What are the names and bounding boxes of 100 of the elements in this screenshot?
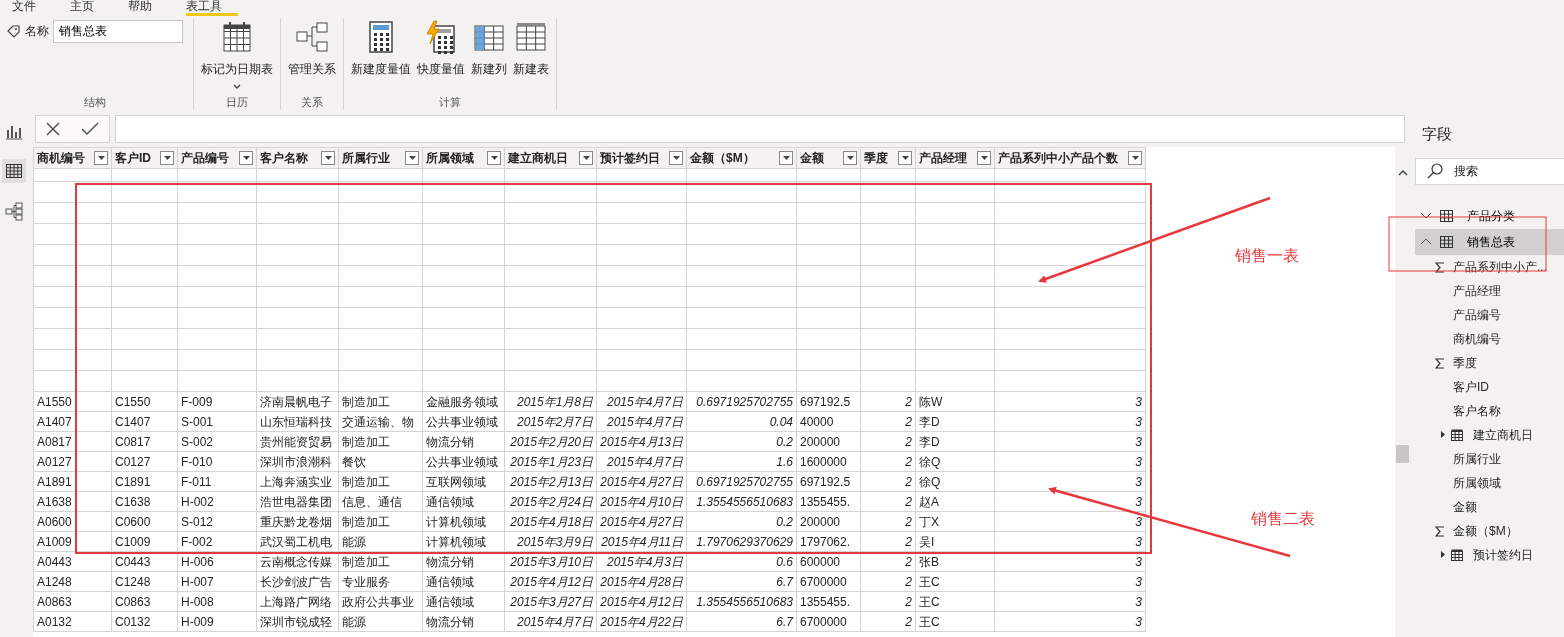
table-cell: 6.7 xyxy=(686,611,797,632)
table-cell: 通信领域 xyxy=(422,491,505,512)
filter-dropdown[interactable] xyxy=(239,151,253,165)
caret-icon xyxy=(782,156,790,160)
ribbon-button[interactable]: 快度量值 xyxy=(416,18,466,80)
table-cell: F-011 xyxy=(177,471,257,492)
table-cell: 餐饮 xyxy=(338,451,423,472)
filter-dropdown[interactable] xyxy=(579,151,593,165)
table-cell: 云南概念传媒 xyxy=(256,551,339,572)
table-cell: 济南晨帆电子 xyxy=(256,391,339,412)
field-item[interactable]: 建立商机日 xyxy=(1473,425,1533,444)
annotation-label: 销售一表 xyxy=(1235,246,1299,266)
field-table[interactable]: 销售总表 xyxy=(1415,228,1564,255)
ribbon-button[interactable]: 新建表 xyxy=(512,18,550,80)
ribbon-tab[interactable]: 帮助 xyxy=(128,0,168,16)
table-cell: 2 xyxy=(860,431,916,452)
table-cell: C0132 xyxy=(111,611,178,632)
field-item[interactable]: 季度 xyxy=(1453,353,1477,372)
table-cell: 200000 xyxy=(796,431,861,452)
table-cell: 3 xyxy=(994,571,1146,592)
table-cell: 交通运输、物 xyxy=(338,411,423,432)
table-cell: 2015年4月27日 xyxy=(596,511,687,532)
formula-field[interactable] xyxy=(115,115,1405,143)
table-cell: A1891 xyxy=(33,471,112,492)
filter-dropdown[interactable] xyxy=(898,151,912,165)
commit-icon[interactable] xyxy=(80,122,99,136)
search-field[interactable]: 搜索 xyxy=(1415,157,1564,185)
table-cell: 2015年4月22日 xyxy=(596,611,687,632)
expand-arrow-icon[interactable] xyxy=(1441,431,1445,438)
table-cell: 2 xyxy=(860,471,916,492)
view-button[interactable] xyxy=(2,159,26,183)
filter-dropdown[interactable] xyxy=(160,151,174,165)
calendar-icon xyxy=(1451,548,1463,561)
filter-dropdown[interactable] xyxy=(405,151,419,165)
table-cell: 能源 xyxy=(338,531,423,552)
model-icon xyxy=(5,201,23,221)
ribbon-button[interactable]: 新建列 xyxy=(470,18,508,80)
table-cell: C1248 xyxy=(111,571,178,592)
field-item[interactable]: 商机编号 xyxy=(1453,329,1501,348)
filter-dropdown[interactable] xyxy=(779,151,793,165)
ribbon-tab[interactable]: 文件 xyxy=(12,0,52,16)
caret-icon xyxy=(582,156,590,160)
table-cell: H-009 xyxy=(177,611,257,632)
field-item[interactable]: 客户ID xyxy=(1453,377,1489,396)
table-cell: 600000 xyxy=(796,551,861,572)
caret-icon xyxy=(97,156,105,160)
filter-dropdown[interactable] xyxy=(321,151,335,165)
table-cell: 山东恒瑞科技 xyxy=(256,411,339,432)
table-cell: 2 xyxy=(860,611,916,632)
table-cell: 李D xyxy=(915,431,995,452)
group-label: 计算 xyxy=(438,95,462,110)
ribbon-button[interactable]: 新建度量值 xyxy=(350,18,412,80)
table-cell: 1.3554556510683 xyxy=(686,591,797,612)
table-cell: F-002 xyxy=(177,531,257,552)
table-cell: 2015年4月12日 xyxy=(504,571,597,592)
caret-icon xyxy=(846,156,854,160)
field-item[interactable]: 所属领域 xyxy=(1453,473,1501,492)
filter-dropdown[interactable] xyxy=(669,151,683,165)
filter-dropdown[interactable] xyxy=(1128,151,1142,165)
table-cell: S-001 xyxy=(177,411,257,432)
name-field[interactable]: 销售总表 xyxy=(53,19,183,43)
table-cell: 2 xyxy=(860,451,916,472)
caret-icon xyxy=(490,156,498,160)
table-cell: 2015年4月18日 xyxy=(504,511,597,532)
table-cell: 2015年3月10日 xyxy=(504,551,597,572)
field-item[interactable]: 预计签约日 xyxy=(1473,545,1533,564)
field-item[interactable]: 所属行业 xyxy=(1453,449,1501,468)
field-item[interactable]: 客户名称 xyxy=(1453,401,1501,420)
field-item[interactable]: 产品系列中小产... xyxy=(1453,257,1547,276)
table-cell: 制造加工 xyxy=(338,431,423,452)
table-cell: A0863 xyxy=(33,591,112,612)
table-cell: C0443 xyxy=(111,551,178,572)
table-cell: 1600000 xyxy=(796,451,861,472)
table-cell: 697192.5 xyxy=(796,391,861,412)
field-table[interactable]: 产品分类 xyxy=(1415,202,1564,229)
table-cell: 上海路广网络 xyxy=(256,591,339,612)
table-cell: 2015年4月27日 xyxy=(596,471,687,492)
filter-dropdown[interactable] xyxy=(843,151,857,165)
table-cell: 公共事业领域 xyxy=(422,411,505,432)
field-item[interactable]: 产品经理 xyxy=(1453,281,1501,300)
scroll-up-icon[interactable] xyxy=(1397,169,1408,177)
ribbon-button[interactable]: 标记为日期表 xyxy=(200,18,274,92)
table-cell: A1009 xyxy=(33,531,112,552)
field-item[interactable]: 金额（$M） xyxy=(1453,521,1518,540)
table-cell: 2015年3月9日 xyxy=(504,531,597,552)
filter-dropdown[interactable] xyxy=(94,151,108,165)
cancel-icon[interactable] xyxy=(46,122,61,136)
expand-arrow-icon[interactable] xyxy=(1441,551,1445,558)
ribbon-button[interactable]: 管理关系 xyxy=(287,18,337,80)
filter-dropdown[interactable] xyxy=(977,151,991,165)
table-cell: 40000 xyxy=(796,411,861,432)
field-item[interactable]: 金额 xyxy=(1453,497,1477,516)
filter-dropdown[interactable] xyxy=(487,151,501,165)
field-item[interactable]: 产品编号 xyxy=(1453,305,1501,324)
table-icon xyxy=(5,161,23,181)
scroll-thumb[interactable] xyxy=(1396,445,1409,463)
name-label: 名称 xyxy=(25,23,49,40)
table-cell: 浩世电器集团 xyxy=(256,491,339,512)
ribbon-tab[interactable]: 主页 xyxy=(70,0,110,16)
ribbon-tab[interactable]: 表工具 xyxy=(186,0,238,16)
